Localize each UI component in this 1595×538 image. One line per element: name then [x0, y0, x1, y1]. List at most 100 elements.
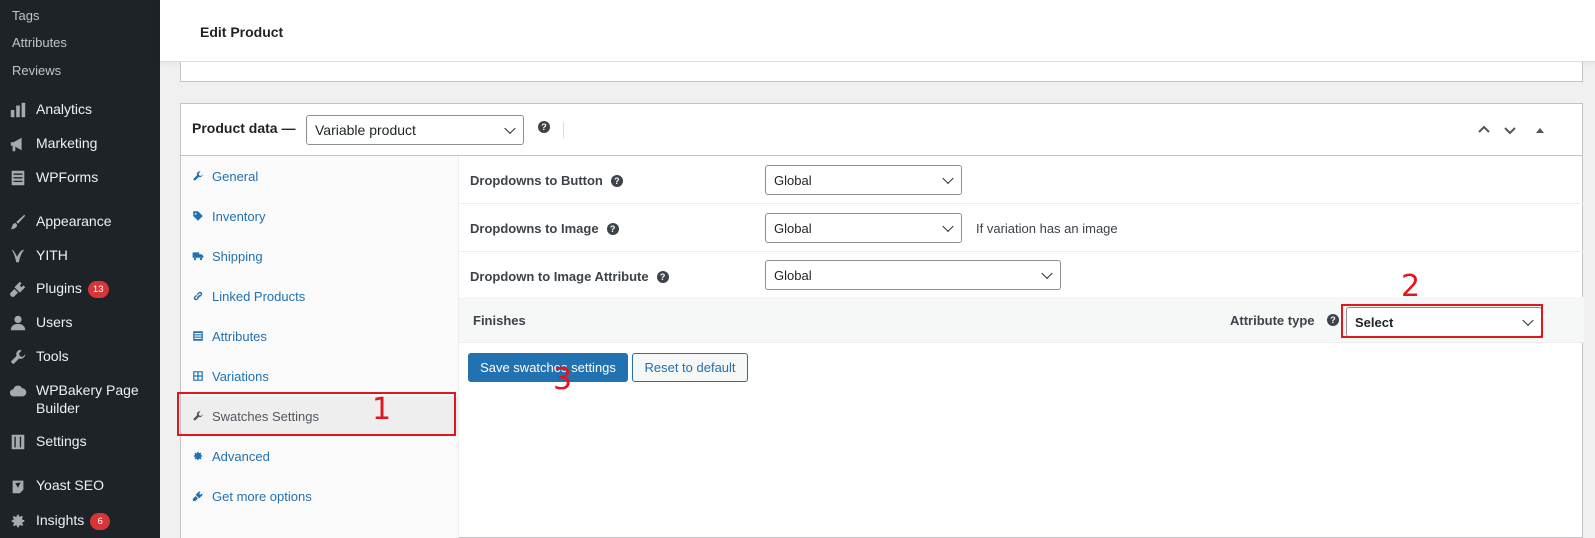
tab-attributes[interactable]: Attributes	[181, 316, 459, 356]
submenu-attributes[interactable]: Attributes	[12, 35, 67, 50]
reset-to-default-button[interactable]: Reset to default	[632, 353, 748, 382]
option-row-dropdowns-to-image: Dropdowns to Image? Global If variation …	[459, 204, 1584, 252]
plugins-update-badge: 13	[87, 281, 109, 298]
megaphone-icon	[0, 134, 36, 154]
plug-icon	[0, 279, 36, 299]
menu-yith[interactable]: YITH	[0, 246, 160, 266]
menu-label: Users	[36, 314, 73, 330]
menu-label: Tools	[36, 348, 69, 364]
tab-label: Shipping	[212, 248, 263, 264]
gear-icon	[191, 449, 205, 463]
dropdowns-to-image-select[interactable]: Global	[765, 213, 962, 243]
cloud-icon	[0, 381, 36, 401]
annotation-box-1	[177, 392, 456, 436]
chevron-down-icon	[942, 220, 954, 233]
help-icon[interactable]: ?	[1327, 314, 1339, 326]
product-type-value: Variable product	[315, 122, 416, 138]
dropdowns-to-button-select[interactable]: Global	[765, 165, 962, 195]
chevron-down-icon	[1041, 267, 1053, 280]
sliders-icon	[0, 432, 36, 452]
menu-label: Analytics	[36, 101, 93, 117]
select-value: Global	[774, 220, 812, 236]
tab-general[interactable]: General	[181, 156, 459, 196]
option-description: If variation has an image	[976, 221, 1118, 236]
annotation-number-2: 2	[1401, 269, 1421, 304]
gear-icon	[0, 511, 36, 531]
menu-marketing[interactable]: Marketing	[0, 134, 160, 154]
menu-appearance[interactable]: Appearance	[0, 212, 160, 232]
yoast-icon	[0, 476, 36, 496]
list-icon	[191, 329, 205, 343]
menu-label: Plugins 13	[36, 279, 109, 298]
header-divider	[563, 122, 564, 138]
attribute-type-label: Attribute type	[1230, 313, 1315, 328]
select-value: Global	[774, 172, 812, 188]
menu-wpbakery[interactable]: WPBakery Page Builder	[0, 381, 160, 417]
truck-icon	[191, 249, 205, 263]
help-icon[interactable]: ?	[606, 222, 619, 235]
grid-icon	[191, 369, 205, 383]
help-icon[interactable]: ?	[538, 121, 550, 133]
tab-label: Get more options	[212, 488, 312, 504]
annotation-box-2	[1341, 304, 1543, 338]
menu-label: YITH	[36, 247, 68, 263]
menu-label: Settings	[36, 433, 87, 449]
plugin-icon	[191, 489, 205, 503]
tab-inventory[interactable]: Inventory	[181, 196, 459, 236]
top-header: Edit Product	[160, 0, 1595, 62]
menu-label: Marketing	[36, 135, 98, 151]
wrench-icon	[191, 169, 205, 183]
admin-sidebar: Tags Attributes Reviews Analytics Market…	[0, 0, 160, 538]
tab-shipping[interactable]: Shipping	[181, 236, 459, 276]
tab-advanced[interactable]: Advanced	[181, 436, 459, 476]
previous-metabox	[180, 62, 1583, 82]
user-icon	[0, 313, 36, 333]
insights-badge: 6	[90, 513, 111, 530]
menu-wpforms[interactable]: WPForms	[0, 168, 160, 188]
menu-label: WPBakery Page Builder	[36, 382, 139, 416]
menu-plugins[interactable]: Plugins 13	[0, 279, 160, 299]
menu-label: Insights 6	[36, 511, 111, 530]
page-title: Edit Product	[200, 24, 284, 40]
menu-label: Appearance	[36, 213, 112, 229]
chevron-down-icon	[942, 172, 954, 185]
menu-tools[interactable]: Tools	[0, 347, 160, 367]
option-row-dropdowns-to-button: Dropdowns to Button? Global	[459, 156, 1584, 204]
tab-variations[interactable]: Variations	[181, 356, 459, 396]
chart-bar-icon	[0, 100, 36, 120]
chevron-down-icon	[504, 122, 516, 135]
tab-label: Advanced	[212, 448, 270, 464]
select-value: Global	[774, 267, 812, 283]
tab-label: Inventory	[212, 208, 266, 224]
yith-icon	[0, 246, 36, 266]
collapse-toggle-icon[interactable]	[1532, 122, 1548, 138]
option-label: Dropdowns to Image?	[470, 221, 619, 236]
product-data-title: Product data —	[192, 120, 296, 136]
move-up-icon[interactable]	[1476, 122, 1492, 138]
submenu-tags[interactable]: Tags	[12, 8, 39, 23]
menu-label: WPForms	[36, 169, 99, 185]
tag-icon	[191, 209, 205, 223]
dropdown-to-image-attribute-select[interactable]: Global	[765, 260, 1061, 290]
tab-get-more-options[interactable]: Get more options	[181, 476, 459, 516]
menu-insights[interactable]: Insights 6	[0, 511, 160, 531]
attribute-name: Finishes	[473, 313, 526, 328]
menu-analytics[interactable]: Analytics	[0, 100, 160, 120]
annotation-number-3: 3	[553, 362, 573, 397]
move-down-icon[interactable]	[1502, 122, 1518, 138]
option-label: Dropdown to Image Attribute?	[470, 269, 669, 284]
help-icon[interactable]: ?	[610, 174, 623, 187]
option-label: Dropdowns to Button?	[470, 173, 623, 188]
product-type-select[interactable]: Variable product	[306, 115, 524, 145]
tab-label: Linked Products	[212, 288, 306, 304]
save-swatches-settings-button[interactable]: Save swatches settings	[468, 353, 628, 382]
help-icon[interactable]: ?	[656, 270, 669, 283]
menu-users[interactable]: Users	[0, 313, 160, 333]
menu-yoast[interactable]: Yoast SEO	[0, 476, 160, 496]
tab-label: Attributes	[212, 328, 267, 344]
menu-settings[interactable]: Settings	[0, 432, 160, 452]
form-icon	[0, 168, 36, 188]
submenu-reviews[interactable]: Reviews	[12, 63, 61, 78]
tab-linked-products[interactable]: Linked Products	[181, 276, 459, 316]
wrench-icon	[0, 347, 36, 367]
